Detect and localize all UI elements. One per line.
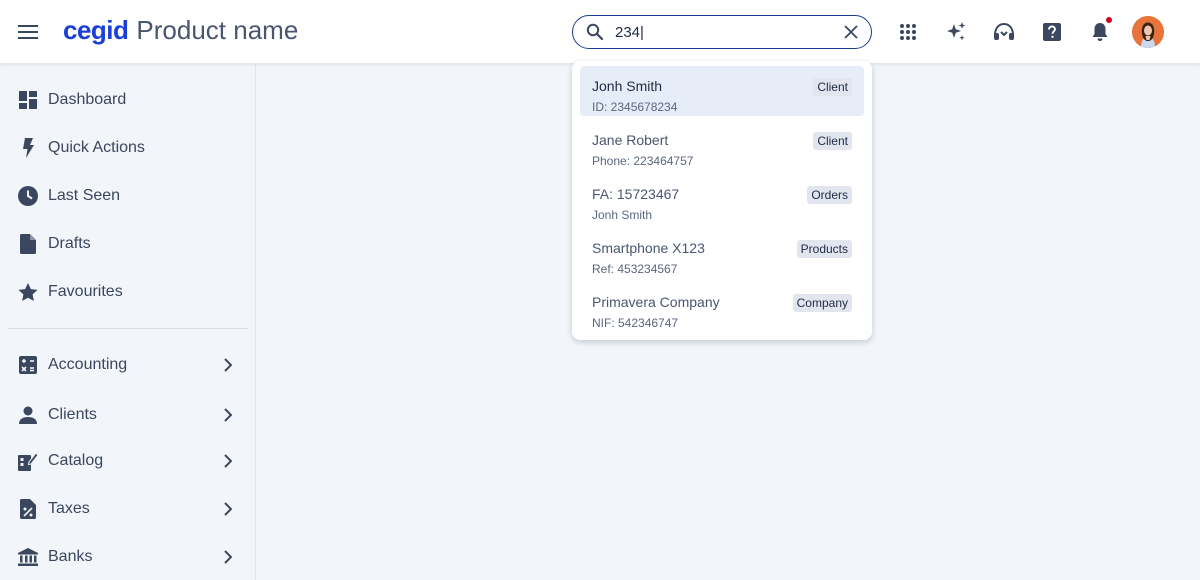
chevron-right-icon — [220, 357, 236, 373]
result-type-badge: Company — [792, 294, 852, 312]
sidebar-item-banks[interactable]: Banks — [0, 535, 248, 579]
menu-icon[interactable] — [14, 18, 42, 46]
catalog-icon — [18, 451, 38, 471]
sparkle-icon[interactable] — [942, 18, 970, 46]
sidebar-item-label: Dashboard — [48, 91, 127, 108]
help-icon[interactable] — [1038, 18, 1066, 46]
result-type-badge: Client — [813, 78, 852, 96]
sidebar-item-drafts[interactable]: Drafts — [0, 222, 248, 266]
chevron-right-icon — [220, 549, 236, 565]
chevron-right-icon — [220, 501, 236, 517]
result-title: Primavera Company — [592, 294, 720, 310]
result-subtitle: Ref: 453234567 — [592, 262, 678, 276]
result-subtitle: Phone: 223464757 — [592, 154, 694, 168]
apps-grid-icon[interactable] — [894, 18, 922, 46]
sidebar-item-last-seen[interactable]: Last Seen — [0, 174, 248, 218]
sidebar-item-label: Banks — [48, 548, 93, 565]
sidebar-item-accounting[interactable]: Accounting — [0, 343, 248, 387]
clock-icon — [18, 186, 38, 206]
result-title: FA: 15723467 — [592, 186, 680, 202]
result-type-badge: Orders — [807, 186, 852, 204]
result-subtitle: ID: 2345678234 — [592, 100, 678, 114]
result-type-badge: Products — [796, 240, 852, 258]
star-icon — [18, 282, 38, 302]
tax-icon — [18, 499, 38, 519]
bolt-icon — [18, 138, 38, 158]
search-input[interactable] — [615, 23, 815, 41]
notification-dot — [1105, 16, 1113, 24]
search-icon — [585, 22, 605, 42]
cegid-logo: cegid — [63, 15, 129, 45]
sidebar-item-label: Last Seen — [48, 187, 121, 204]
search-results-dropdown: Jonh Smith Client ID: 2345678234 Jane Ro… — [572, 61, 872, 340]
search-result-item[interactable]: Primavera Company Company NIF: 542346747 — [580, 282, 864, 332]
result-title: Jane Robert — [592, 132, 669, 148]
sidebar-item-catalog[interactable]: Catalog — [0, 439, 248, 483]
sidebar-item-label: Accounting — [48, 356, 128, 373]
product-name: Product name — [136, 15, 299, 45]
bank-icon — [18, 547, 38, 567]
result-title: Jonh Smith — [592, 78, 663, 94]
sidebar-item-clients[interactable]: Clients — [0, 393, 248, 437]
search-result-item[interactable]: Jonh Smith Client ID: 2345678234 — [580, 66, 864, 116]
sidebar: Dashboard Quick Actions Last Seen Drafts… — [0, 64, 256, 580]
result-type-badge: Client — [813, 132, 852, 150]
sidebar-item-dashboard[interactable]: Dashboard — [0, 78, 248, 122]
sidebar-item-favourites[interactable]: Favourites — [0, 270, 248, 314]
avatar[interactable] — [1132, 16, 1164, 48]
sidebar-item-label: Drafts — [48, 235, 91, 252]
result-subtitle: NIF: 542346747 — [592, 316, 679, 330]
sidebar-item-label: Taxes — [48, 500, 90, 517]
result-title: Smartphone X123 — [592, 240, 705, 256]
person-icon — [18, 405, 38, 425]
sidebar-item-label: Catalog — [48, 452, 104, 469]
chevron-right-icon — [220, 453, 236, 469]
clear-search-icon[interactable] — [841, 22, 861, 42]
sidebar-item-label: Favourites — [48, 283, 123, 300]
sidebar-divider — [8, 328, 248, 329]
search-result-item[interactable]: Smartphone X123 Products Ref: 453234567 — [580, 228, 864, 278]
bell-icon[interactable] — [1086, 16, 1114, 46]
result-subtitle: Jonh Smith — [592, 208, 653, 222]
search-box[interactable] — [572, 15, 872, 49]
search-result-item[interactable]: Jane Robert Client Phone: 223464757 — [580, 120, 864, 170]
search-result-item[interactable]: FA: 15723467 Orders Jonh Smith — [580, 174, 864, 224]
headset-icon[interactable] — [990, 18, 1018, 46]
document-icon — [18, 234, 38, 254]
dashboard-icon — [18, 90, 38, 110]
calculator-icon — [18, 355, 38, 375]
sidebar-item-taxes[interactable]: Taxes — [0, 487, 248, 531]
sidebar-item-label: Clients — [48, 406, 97, 423]
sidebar-item-quick-actions[interactable]: Quick Actions — [0, 126, 248, 170]
brand[interactable]: cegid Product name — [63, 15, 298, 49]
top-app-bar: cegid Product name — [0, 0, 1200, 64]
sidebar-item-label: Quick Actions — [48, 139, 145, 156]
chevron-right-icon — [220, 407, 236, 423]
